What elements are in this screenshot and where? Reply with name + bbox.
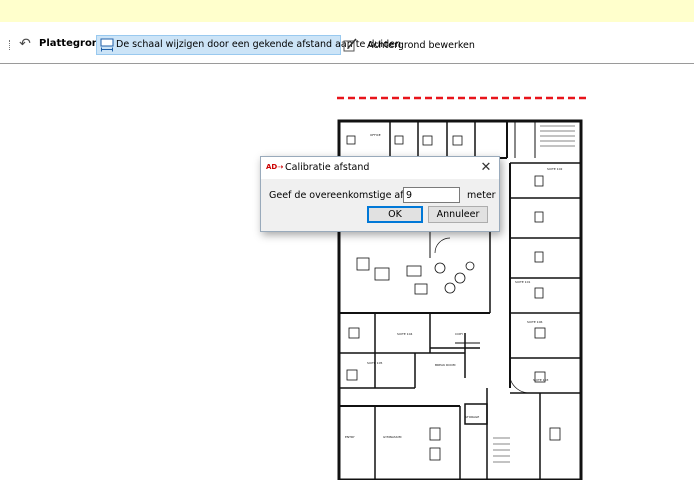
room-label-suite-101: SUITE 101	[515, 280, 530, 284]
unit-label: meter	[467, 190, 496, 201]
notification-bar	[0, 0, 694, 22]
room-label-suite-103: SUITE 103	[533, 378, 548, 382]
dialog-title: Calibratie afstand	[285, 162, 370, 173]
toolbar: ↶ Plattegrond: De schaal wijzigen door e…	[0, 33, 694, 57]
room-label-gymnasium: GYMNASIUM	[383, 435, 402, 439]
room-label-break-room: BREAK ROOM	[435, 363, 456, 367]
cancel-button[interactable]: Annuleer	[428, 206, 488, 223]
edit-background-icon[interactable]	[342, 37, 358, 53]
calibration-dialog: AD⇢ Calibratie afstand ✕ Geef de overeen…	[260, 156, 500, 232]
app-icon: AD⇢	[266, 163, 284, 171]
room-label-entry: ENTRY	[345, 435, 355, 439]
change-scale-label: De schaal wijzigen door een gekende afst…	[116, 39, 401, 50]
room-label-suite-104: SUITE 104	[397, 332, 412, 336]
room-label-office: OFFICE	[370, 133, 381, 137]
room-label-suite-102: SUITE 102	[547, 167, 562, 171]
room-label-suite-105: SUITE 105	[367, 361, 382, 365]
room-label-copy: COPY	[455, 332, 463, 336]
dialog-titlebar[interactable]: AD⇢ Calibratie afstand ✕	[261, 157, 499, 179]
ruler-icon	[100, 38, 114, 52]
room-label-storage: STORAGE	[465, 415, 479, 419]
room-label-suite-106: SUITE 106	[527, 320, 542, 324]
floorplan-image[interactable]: OFFICE STORAGE COPY SUITE 104 SUITE 105 …	[335, 88, 595, 480]
change-scale-button[interactable]: De schaal wijzigen door een gekende afst…	[96, 35, 401, 55]
toolbar-divider	[0, 63, 694, 64]
edit-background-button[interactable]: Achtergrond bewerken	[367, 40, 475, 51]
close-icon[interactable]: ✕	[475, 158, 497, 178]
ok-button[interactable]: OK	[367, 206, 423, 223]
undo-icon[interactable]: ↶	[17, 36, 33, 52]
toolbar-grip[interactable]	[9, 40, 12, 50]
distance-input[interactable]	[403, 187, 460, 203]
